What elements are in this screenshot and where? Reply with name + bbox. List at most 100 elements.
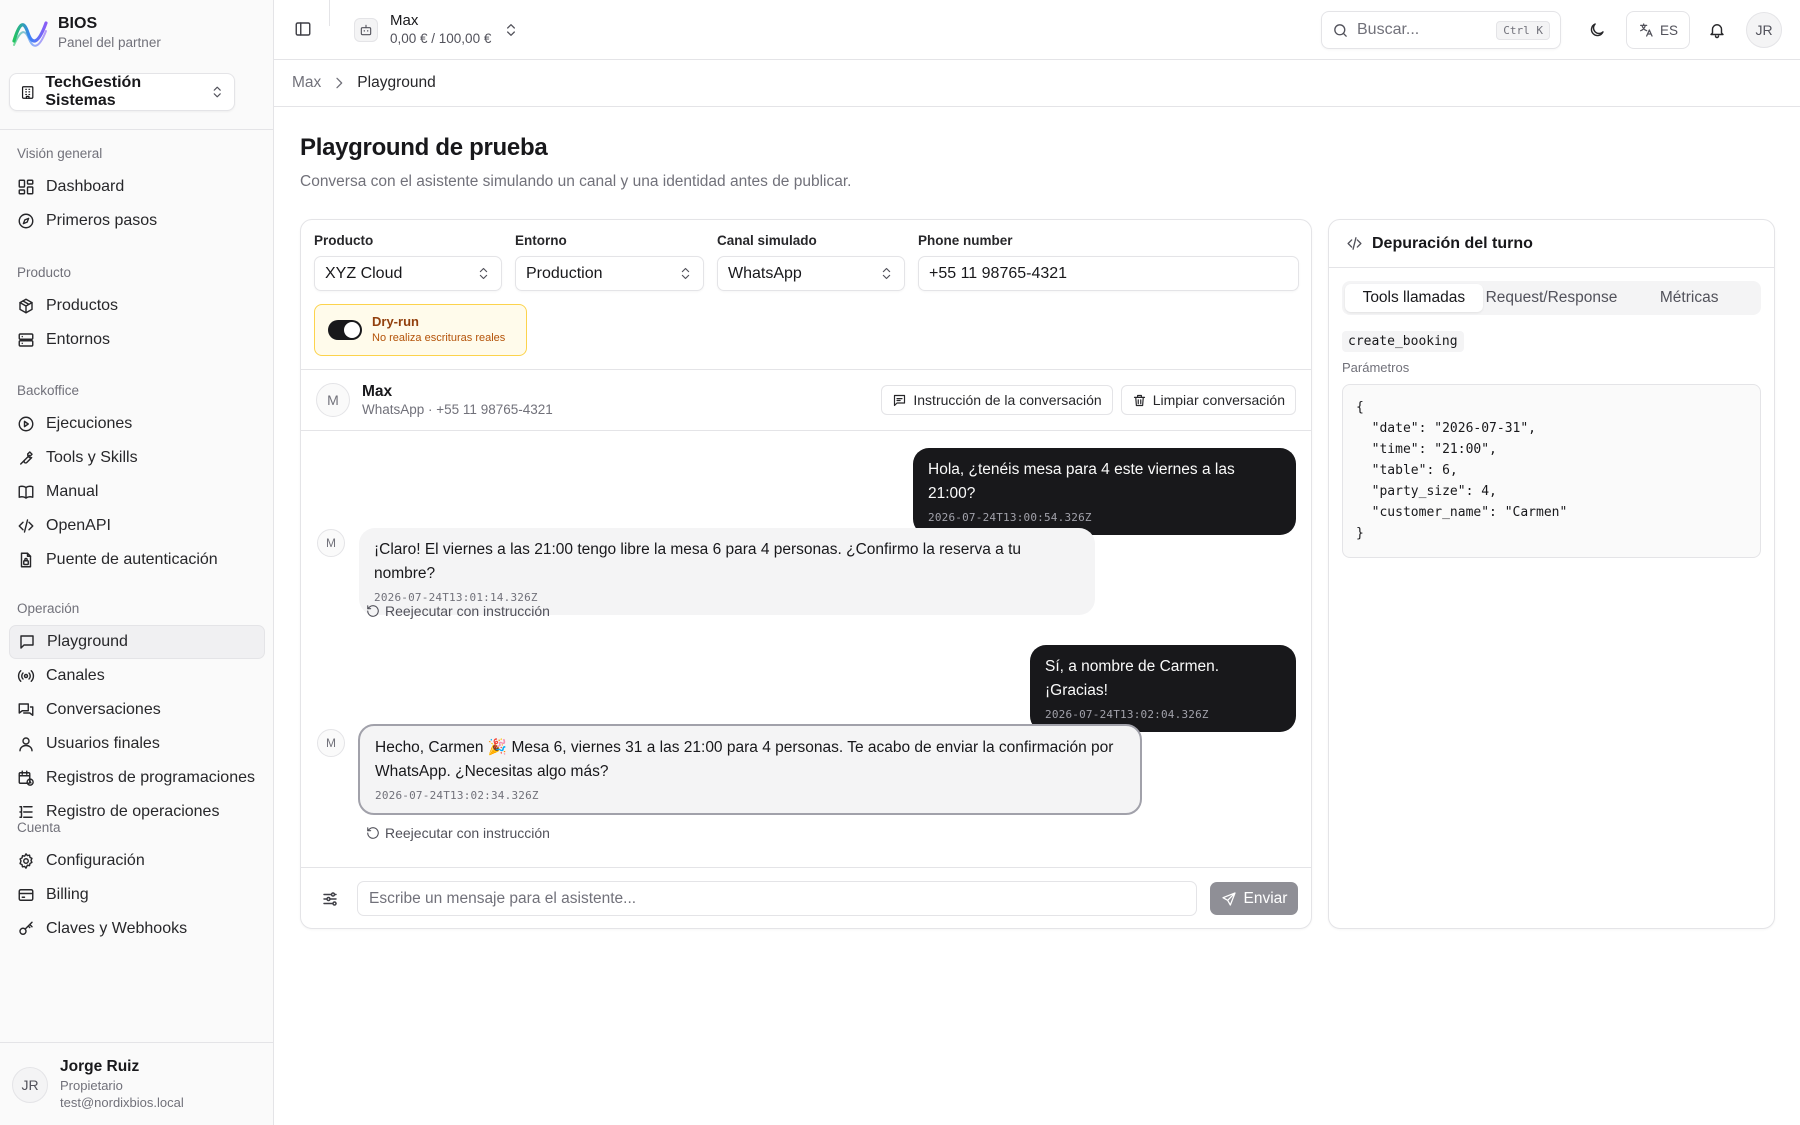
sidebar-item-claves-y-webhooks[interactable]: Claves y Webhooks [9, 912, 265, 946]
product-select[interactable]: XYZ Cloud [314, 256, 502, 291]
sidebar-item-primeros-pasos[interactable]: Primeros pasos [9, 204, 265, 238]
sidebar-item-label: Usuarios finales [46, 735, 160, 752]
instruction-label: Instrucción de la conversación [913, 392, 1102, 408]
sidebar-item-playground[interactable]: Playground [9, 625, 265, 659]
dashboard-icon [18, 179, 34, 195]
search-input[interactable]: Buscar... Ctrl K [1321, 11, 1561, 49]
header-avatar[interactable]: JR [1746, 12, 1782, 48]
compass-icon [18, 213, 34, 229]
languages-icon [1640, 23, 1653, 37]
assistant-avatar: M [317, 729, 345, 757]
user-message: Hola, ¿tenéis mesa para 4 este viernes a… [913, 448, 1296, 535]
top-header: Max 0,00 € / 100,00 € Buscar... Ctrl K E… [274, 0, 1800, 60]
sidebar-item-manual[interactable]: Manual [9, 475, 265, 509]
phone-input[interactable]: +55 11 98765-4321 [918, 256, 1299, 291]
package-icon [19, 298, 33, 314]
sidebar-item-label: Manual [46, 483, 99, 500]
sidebar-item-configuración[interactable]: Configuración [9, 844, 265, 878]
user-card[interactable]: JR Jorge Ruiz Propietario test@nordixbio… [0, 1042, 274, 1125]
credit-card-icon [18, 889, 34, 901]
debug-title: Depuración del turno [1372, 234, 1533, 252]
rerun-label: Reejecutar con instrucción [385, 603, 550, 619]
breadcrumb-root[interactable]: Max [292, 74, 321, 92]
conversation-instruction-button[interactable]: Instrucción de la conversación [881, 385, 1113, 415]
sidebar-item-label: Claves y Webhooks [46, 920, 188, 937]
brand[interactable]: BIOS Panel del partner [12, 14, 161, 52]
conversation-meta: WhatsApp · +55 11 98765-4321 [362, 401, 553, 417]
rerun-instruction-button[interactable]: Reejecutar con instrucción [366, 603, 550, 619]
sidebar-item-usuarios-finales[interactable]: Usuarios finales [9, 727, 265, 761]
message-square-text-icon [894, 394, 906, 406]
sidebar-item-label: Billing [46, 886, 89, 903]
bot-icon [354, 18, 378, 42]
clear-conversation-button[interactable]: Limpiar conversación [1120, 385, 1296, 415]
message-input-placeholder: Escribe un mensaje para el asistente... [369, 889, 637, 907]
theme-toggle-button[interactable] [1578, 11, 1616, 49]
chevrons-up-down-icon [507, 24, 516, 36]
sidebar-item-tools-y-skills[interactable]: Tools y Skills [9, 441, 265, 475]
message-input[interactable]: Escribe un mensaje para el asistente... [357, 881, 1197, 916]
page-title: Playground de prueba [300, 134, 548, 161]
sidebar-item-productos[interactable]: Productos [9, 289, 265, 323]
params-json: { "date": "2026-07-31", "time": "21:00",… [1342, 384, 1761, 558]
assistant-message: ¡Claro! El viernes a las 21:00 tengo lib… [359, 528, 1095, 615]
rotate-ccw-icon [367, 827, 379, 839]
user-name: Jorge Ruiz [60, 1058, 140, 1075]
sidebar-toggle-button[interactable] [294, 20, 312, 38]
sidebar-item-label: OpenAPI [46, 517, 111, 534]
composer-settings-button[interactable] [321, 890, 339, 908]
message-timestamp: 2026-07-24T13:00:54.326Z [928, 511, 1092, 524]
turn-debug-card: Depuración del turno Tools llamadas Requ… [1328, 219, 1775, 929]
sidebar-item-puente-de-autenticación[interactable]: Puente de autenticación [9, 543, 265, 577]
sidebar-item-dashboard[interactable]: Dashboard [9, 170, 265, 204]
tool-call-name: create_booking [1342, 331, 1464, 352]
nav-group-title: Visión general [17, 146, 103, 161]
sidebar-item-openapi[interactable]: OpenAPI [9, 509, 265, 543]
sidebar-item-conversaciones[interactable]: Conversaciones [9, 693, 265, 727]
send-icon [1221, 891, 1236, 906]
tab-request-response[interactable]: Request/Response [1483, 284, 1621, 312]
org-switcher[interactable]: TechGestión Sistemas [9, 73, 235, 111]
tab-tools[interactable]: Tools llamadas [1345, 284, 1483, 312]
nav-group-title: Producto [17, 265, 72, 280]
environment-value: Production [526, 264, 603, 282]
sidebar-item-canales[interactable]: Canales [9, 659, 265, 693]
rerun-instruction-button[interactable]: Reejecutar con instrucción [366, 825, 550, 841]
dry-run-toggle[interactable]: Dry-run No realiza escrituras reales [314, 304, 527, 356]
language-code: ES [1659, 22, 1678, 38]
channel-select[interactable]: WhatsApp [717, 256, 905, 291]
send-button[interactable]: Enviar [1210, 882, 1298, 915]
sidebar-item-label: Conversaciones [46, 701, 161, 718]
phone-field: Phone number +55 11 98765-4321 [918, 232, 1299, 291]
product-field: Producto XYZ Cloud [314, 232, 502, 291]
sidebar-item-entornos[interactable]: Entornos [9, 323, 265, 357]
chevrons-up-down-icon [681, 267, 690, 280]
message-text: ¡Claro! El viernes a las 21:00 tengo lib… [374, 541, 1022, 582]
book-icon [18, 485, 34, 499]
dry-run-switch[interactable] [328, 320, 362, 340]
user-role: Propietario [60, 1078, 123, 1093]
sidebar-item-registros-de-programaciones[interactable]: Registros de programaciones [9, 761, 265, 795]
building-icon [21, 85, 34, 99]
play-circle-icon [18, 416, 34, 432]
sidebar-item-label: Registros de programaciones [46, 769, 255, 786]
agent-selector[interactable]: Max 0,00 € / 100,00 € [354, 12, 519, 48]
notifications-button[interactable] [1698, 11, 1736, 49]
breadcrumb: Max Playground [274, 60, 1800, 107]
sidebar-item-label: Tools y Skills [46, 449, 138, 466]
sidebar-item-ejecuciones[interactable]: Ejecuciones [9, 407, 265, 441]
tab-metrics[interactable]: Métricas [1620, 284, 1758, 312]
language-button[interactable]: ES [1626, 11, 1690, 49]
phone-label: Phone number [918, 233, 1013, 248]
environment-select[interactable]: Production [515, 256, 704, 291]
composer: Escribe un mensaje para el asistente... … [301, 867, 1311, 928]
sidebar-item-label: Puente de autenticación [46, 551, 218, 568]
sidebar-item-billing[interactable]: Billing [9, 878, 265, 912]
user-message: Sí, a nombre de Carmen. ¡Gracias! 2026-0… [1030, 645, 1296, 732]
assistant-message-selected[interactable]: Hecho, Carmen 🎉 Mesa 6, viernes 31 a las… [358, 724, 1142, 815]
message-text: Hecho, Carmen 🎉 Mesa 6, viernes 31 a las… [375, 739, 1114, 780]
rerun-label: Reejecutar con instrucción [385, 825, 550, 841]
user-avatar: JR [12, 1067, 48, 1103]
environment-field: Entorno Production [515, 232, 704, 291]
nav-group: Operación Playground Canales Conversaciones… [9, 597, 265, 829]
